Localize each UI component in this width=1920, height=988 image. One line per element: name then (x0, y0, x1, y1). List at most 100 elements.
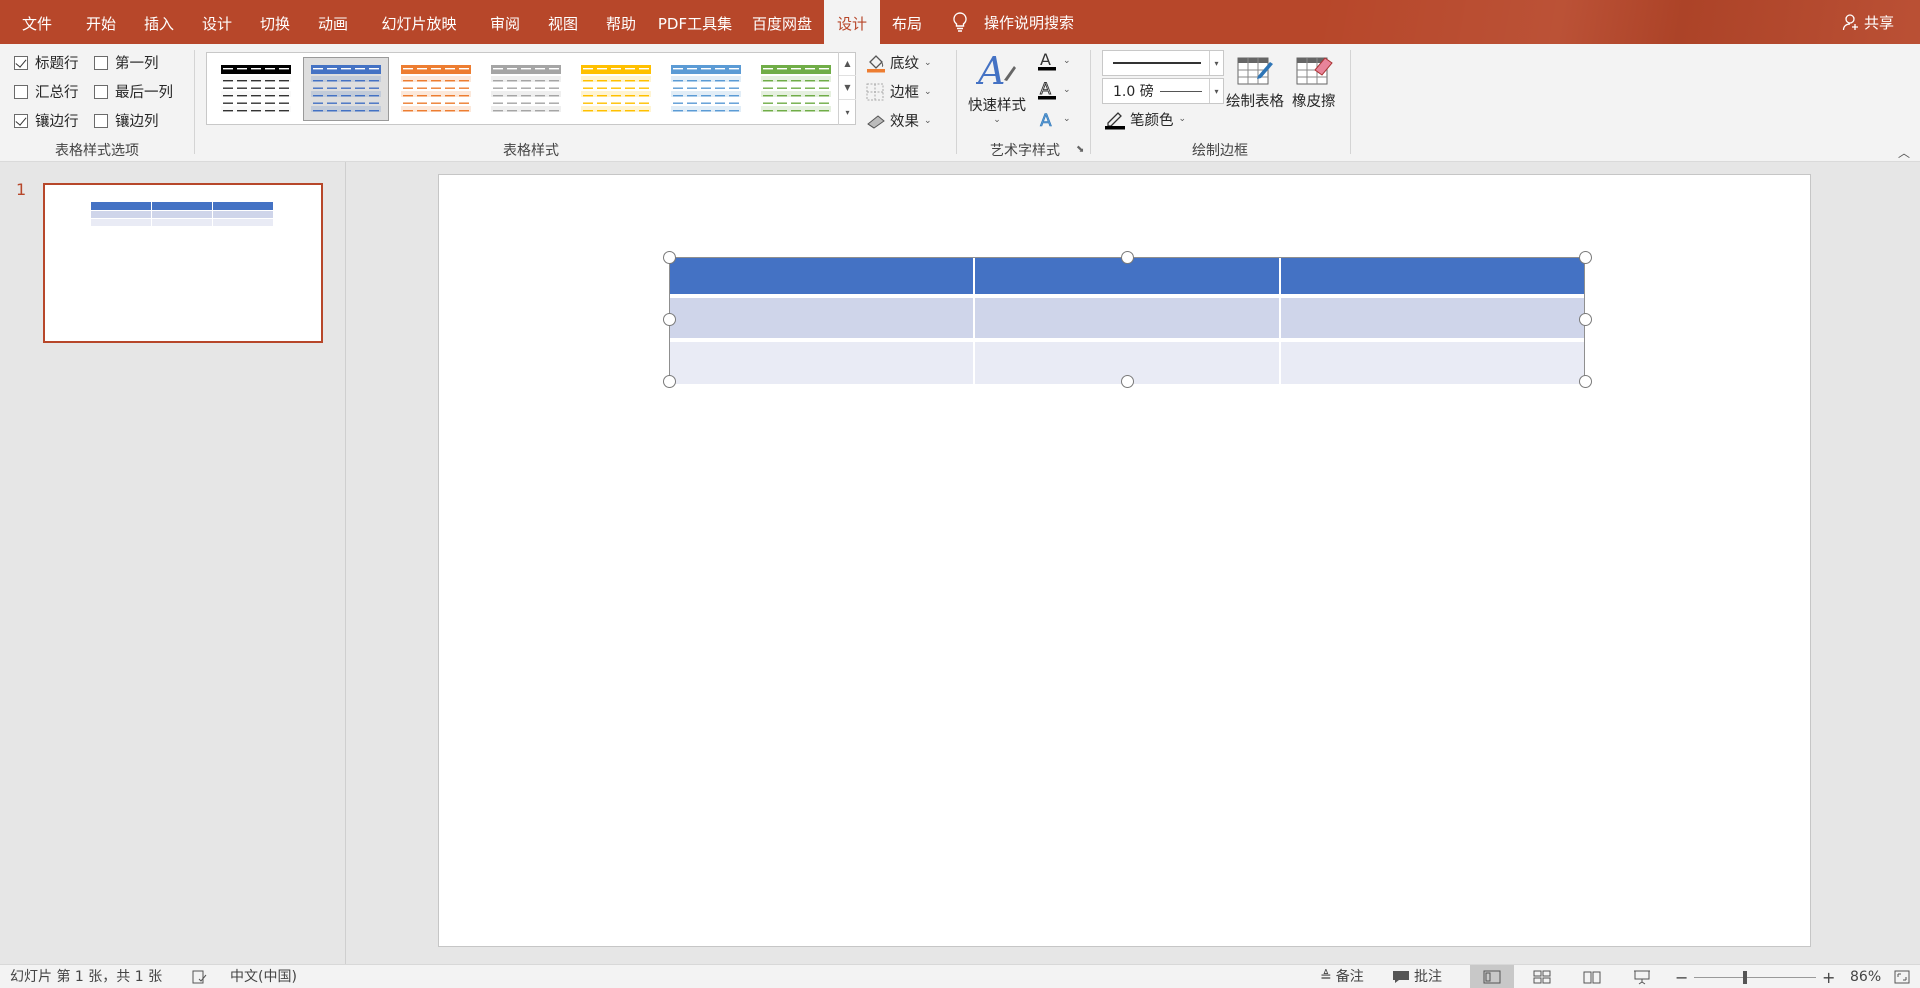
tab-11[interactable]: 百度网盘 (740, 0, 824, 44)
tab-0[interactable]: 文件 (10, 0, 64, 44)
resize-handle[interactable] (662, 374, 676, 388)
tab-7[interactable]: 审阅 (476, 0, 534, 44)
banded-rows-checkbox[interactable]: 镶边行 (14, 110, 79, 131)
gallery-more-icon[interactable]: ▾ (839, 100, 856, 124)
tab-9[interactable]: 帮助 (592, 0, 650, 44)
pen-style-line (1113, 62, 1201, 64)
borders-button[interactable]: 边框 ⌄ (866, 81, 932, 102)
gallery-up-icon[interactable]: ▲ (839, 52, 856, 76)
first-column-checkbox[interactable]: 第一列 (94, 52, 159, 73)
person-icon (1842, 14, 1858, 31)
slide-thumbnail-pane: 1 (0, 162, 346, 964)
tab-12[interactable]: 设计 (824, 0, 880, 44)
tab-4[interactable]: 切换 (246, 0, 304, 44)
slide-sorter-button[interactable] (1520, 965, 1564, 988)
pen-style-dropdown[interactable]: ▾ (1102, 50, 1224, 76)
resize-handle[interactable] (1578, 250, 1592, 264)
zoom-level[interactable]: 86% (1850, 965, 1881, 988)
banded-columns-checkbox[interactable]: 镶边列 (94, 110, 159, 131)
table-styles-gallery (206, 52, 856, 125)
table-style-preview (221, 65, 291, 112)
effects-button[interactable]: 效果 ⌄ (866, 110, 932, 131)
ribbon-tab-bar: 文件 开始 插入 设计 切换 动画 幻灯片放映 审阅 视图 帮助 PDF工具集 百度网盘 设计 布局 操作… (0, 0, 1920, 44)
share-button[interactable]: 共享 (1842, 0, 1894, 44)
language-indicator[interactable]: 中文(中国) (230, 965, 297, 988)
resize-handle[interactable] (662, 312, 676, 326)
tab-1[interactable]: 开始 (72, 0, 130, 44)
lightbulb-icon (953, 12, 967, 32)
reading-view-button[interactable] (1570, 965, 1614, 988)
table-cell[interactable] (670, 298, 976, 338)
table-cell[interactable] (975, 298, 1281, 338)
checkbox-box (14, 84, 28, 99)
table-style-option[interactable] (213, 57, 299, 121)
table-style-option[interactable] (393, 57, 479, 121)
table-style-preview (491, 65, 561, 112)
slide-canvas[interactable] (438, 174, 1811, 947)
tab-8[interactable]: 视图 (534, 0, 592, 44)
resize-handle[interactable] (1120, 374, 1134, 388)
tab-13[interactable]: 布局 (882, 0, 932, 44)
collapse-ribbon-icon[interactable]: ︿ (1898, 144, 1910, 161)
accessibility-icon[interactable] (192, 965, 208, 988)
draw-table-icon (1237, 57, 1273, 85)
chevron-down-icon: ⌄ (924, 115, 932, 126)
group-label-table-styles: 表格样式 (503, 143, 559, 159)
checkbox-box (94, 84, 108, 99)
tab-10[interactable]: PDF工具集 (650, 0, 740, 44)
comments-button[interactable]: 批注 (1392, 965, 1442, 988)
table-style-option[interactable] (483, 57, 569, 121)
pen-color-button[interactable]: 笔颜色 ⌄ (1104, 108, 1186, 130)
table-cell[interactable] (670, 342, 976, 384)
tab-5[interactable]: 动画 (304, 0, 362, 44)
table-cell[interactable] (1280, 298, 1584, 338)
tab-3[interactable]: 设计 (188, 0, 246, 44)
zoom-out-icon[interactable]: − (1675, 965, 1688, 988)
table-cell[interactable] (1280, 342, 1584, 384)
eraser-button[interactable]: 橡皮擦 (1292, 52, 1336, 111)
last-column-checkbox[interactable]: 最后一列 (94, 81, 173, 102)
tab-6[interactable]: 幻灯片放映 (362, 0, 476, 44)
dialog-launcher-icon[interactable]: ⬊ (1076, 144, 1084, 155)
header-row-checkbox[interactable]: 标题行 (14, 52, 79, 73)
table-style-option[interactable] (663, 57, 749, 121)
paint-bucket-icon (867, 54, 885, 72)
resize-handle[interactable] (1578, 374, 1592, 388)
shading-button[interactable]: 底纹 ⌄ (866, 52, 932, 73)
notes-button[interactable]: ≜ 备注 (1320, 965, 1364, 988)
text-effects-button[interactable]: A ⌄ (1036, 108, 1071, 130)
thumbnail-table-row (91, 211, 273, 218)
text-outline-button[interactable]: A ⌄ (1036, 79, 1071, 101)
resize-handle[interactable] (662, 250, 676, 264)
table-style-option[interactable] (573, 57, 659, 121)
total-row-checkbox[interactable]: 汇总行 (14, 81, 79, 102)
text-fill-button[interactable]: A ⌄ (1036, 50, 1071, 72)
zoom-in-icon[interactable]: + (1822, 965, 1835, 988)
zoom-slider-track[interactable] (1694, 977, 1816, 978)
fit-slide-icon[interactable] (1894, 965, 1910, 988)
resize-handle[interactable] (1120, 250, 1134, 264)
checkbox-box (94, 55, 108, 70)
table-style-option[interactable] (303, 57, 389, 121)
pen-weight-dropdown[interactable]: 1.0 磅 ▾ (1102, 78, 1224, 104)
gallery-down-icon[interactable]: ▼ (839, 76, 856, 100)
draw-table-button[interactable]: 绘制表格 (1226, 52, 1284, 111)
table-style-option[interactable] (753, 57, 839, 121)
resize-handle[interactable] (1578, 312, 1592, 326)
slide-table[interactable] (669, 257, 1585, 384)
zoom-slider-thumb[interactable] (1743, 971, 1747, 984)
slide-thumbnail[interactable] (43, 183, 323, 343)
table-cell[interactable] (1280, 258, 1584, 294)
tab-2[interactable]: 插入 (130, 0, 188, 44)
normal-view-button[interactable] (1470, 965, 1514, 988)
table-row (670, 258, 1584, 296)
table-cell[interactable] (670, 258, 976, 294)
chevron-down-icon: ⌄ (1063, 56, 1071, 66)
quick-styles-button[interactable]: A 快速样式 ⌄ (968, 50, 1026, 125)
slide-sorter-icon (1533, 970, 1551, 984)
thumbnail-table-cell (213, 211, 273, 218)
slideshow-button[interactable] (1620, 965, 1664, 988)
thumbnail-table-cell (152, 202, 213, 210)
tell-me-search[interactable]: 操作说明搜索 (952, 0, 1074, 44)
pen-color-icon (1105, 112, 1125, 130)
